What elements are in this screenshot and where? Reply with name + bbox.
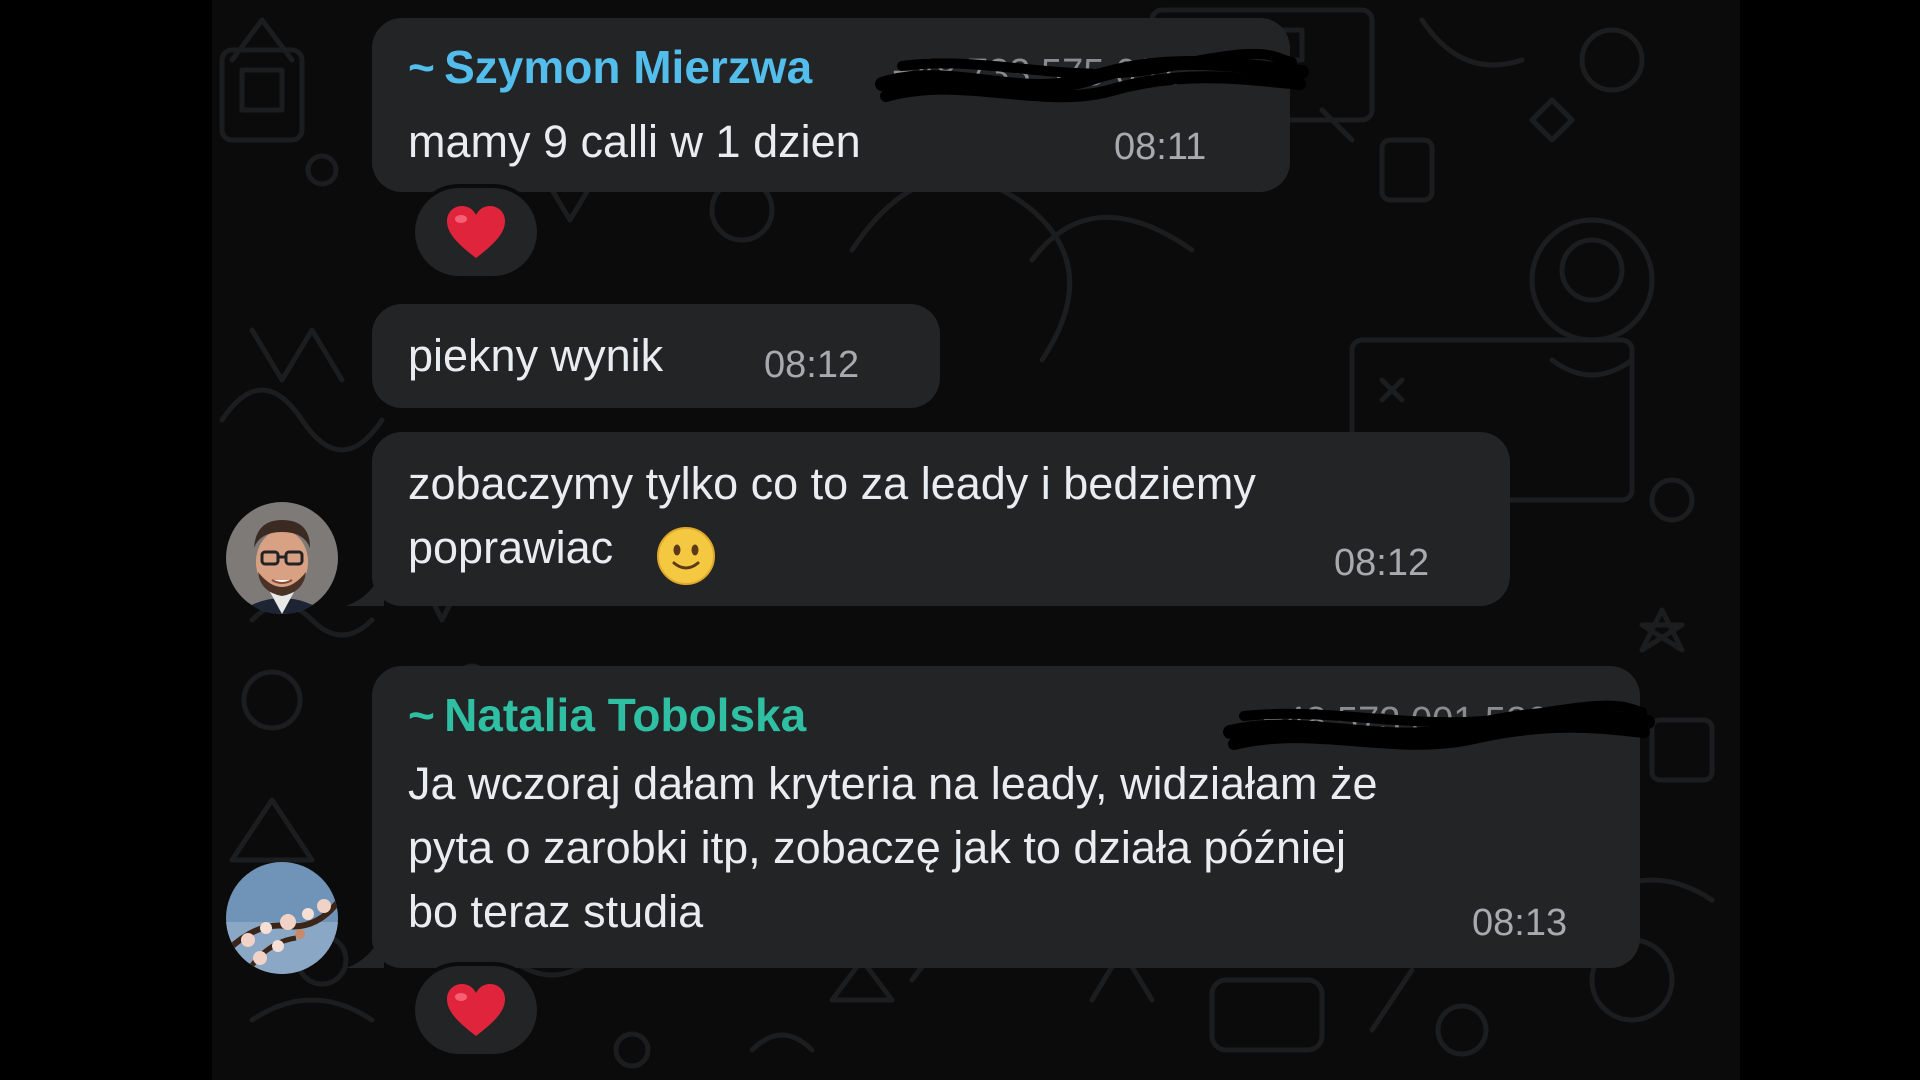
- message-timestamp: 08:12: [1334, 542, 1430, 584]
- message-text: mamy 9 calli w 1 dzien: [408, 116, 861, 167]
- message-bubble-natalia[interactable]: ~ Natalia Tobolska +48 573 001 580 Ja wc…: [372, 666, 1655, 968]
- heart-reaction[interactable]: [411, 184, 541, 280]
- message-timestamp: 08:12: [764, 344, 860, 386]
- sender-name[interactable]: ~ Szymon Mierzwa: [408, 40, 812, 94]
- heart-reaction[interactable]: [411, 962, 541, 1058]
- man-with-glasses-avatar-icon: [226, 502, 338, 614]
- red-heart-icon: [447, 206, 505, 258]
- chat-area[interactable]: ~ Szymon Mierzwa +48 733 575 631 mamy 9 …: [212, 0, 1740, 1080]
- red-heart-icon: [447, 984, 505, 1036]
- sender-name[interactable]: ~ Natalia Tobolska: [408, 688, 806, 742]
- avatar[interactable]: [226, 862, 338, 974]
- avatar[interactable]: [226, 502, 338, 614]
- message-text: piekny wynik: [408, 330, 664, 381]
- message-bubble-piekny[interactable]: piekny wynik 08:12: [372, 304, 940, 408]
- blossom-branch-avatar-icon: [226, 862, 338, 974]
- message-bubble-szymon[interactable]: ~ Szymon Mierzwa +48 733 575 631 mamy 9 …: [372, 18, 1309, 192]
- message-timestamp: 08:11: [1114, 126, 1207, 168]
- message-bubble-zobaczymy[interactable]: zobaczymy tylko co to za leady i bedziem…: [372, 432, 1510, 606]
- message-text: zobaczymy tylko co to za leady i bedziem…: [408, 458, 1256, 573]
- redaction-scribble: [875, 48, 1309, 103]
- message-timestamp: 08:13: [1472, 902, 1568, 944]
- slightly-smiling-face-icon: [657, 527, 715, 585]
- message-text: Ja wczoraj dałam kryteria na leady, widz…: [408, 758, 1378, 937]
